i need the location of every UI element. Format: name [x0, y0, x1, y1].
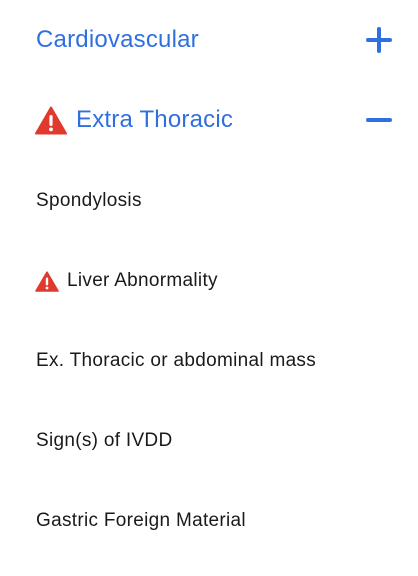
list-item-label: Ex. Thoracic or abdominal mass [36, 350, 317, 371]
list-item-ivdd[interactable]: Sign(s) of IVDD [0, 416, 418, 466]
section-title: Extra Thoracic [76, 106, 234, 133]
warning-icon [35, 106, 67, 135]
list-item-thoracic-abdominal-mass[interactable]: Ex. Thoracic or abdominal mass [0, 336, 418, 386]
list-item-liver-abnormality[interactable]: Liver Abnormality [0, 256, 418, 306]
list-item-spondylosis[interactable]: Spondylosis [0, 176, 418, 226]
list-item-gastric-foreign-material[interactable]: Gastric Foreign Material [0, 496, 418, 546]
minus-icon[interactable] [364, 105, 394, 135]
list-item-label: Spondylosis [36, 190, 142, 211]
section-title: Cardiovascular [36, 26, 199, 53]
list-item-label: Sign(s) of IVDD [36, 430, 173, 451]
warning-icon [35, 270, 59, 292]
section-header-cardiovascular[interactable]: Cardiovascular [0, 10, 418, 70]
list-item-label: Liver Abnormality [67, 270, 218, 291]
list-item-label: Gastric Foreign Material [36, 510, 246, 531]
plus-icon[interactable] [364, 25, 394, 55]
section-header-extra-thoracic[interactable]: Extra Thoracic [0, 90, 418, 150]
